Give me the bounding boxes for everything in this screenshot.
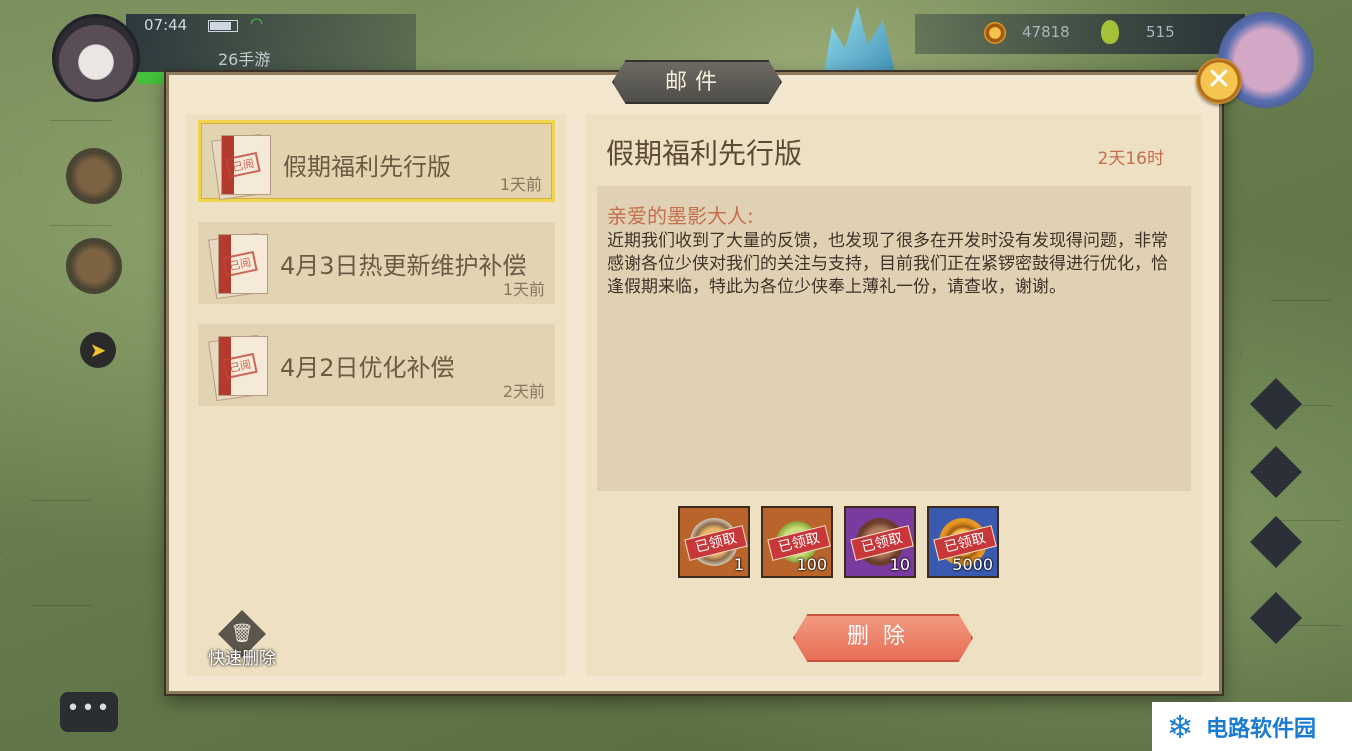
reward-quantity: 100	[796, 555, 827, 574]
mail-detail-panel: 假期福利先行版 2天16时 亲爱的墨影大人: 近期我们收到了大量的反馈，也发现了…	[586, 114, 1202, 676]
reward-item[interactable]: 已领取 100	[761, 506, 833, 578]
quick-delete-button[interactable]: 🗑 快速删除	[208, 610, 282, 670]
wifi-icon: ◠	[250, 14, 264, 32]
snowflake-logo-icon: ❄	[1166, 707, 1194, 746]
mail-scroll-icon: 已阅	[211, 131, 271, 201]
resource-bar	[915, 14, 1245, 54]
mail-subject: 4月2日优化补偿	[280, 354, 455, 382]
battery-icon	[208, 20, 238, 32]
coin-count: 47818	[1022, 23, 1070, 41]
mail-subject: 4月3日热更新维护补偿	[280, 252, 527, 280]
mail-body-box: 亲爱的墨影大人: 近期我们收到了大量的反馈，也发现了很多在开发时没有发现得问题，…	[597, 186, 1191, 491]
expand-arrow-icon[interactable]: ➤	[80, 332, 116, 368]
reward-quantity: 10	[889, 555, 910, 574]
mail-scroll-icon: 已阅	[208, 332, 268, 402]
watermark: ❄ 电路软件园	[1152, 702, 1352, 751]
chat-button[interactable]: •••	[60, 692, 118, 732]
mail-body-text: 近期我们收到了大量的反馈，也发现了很多在开发时没有发现得问题，非常感谢各位少侠对…	[607, 231, 1168, 297]
mail-list-item[interactable]: 已阅 4月3日热更新维护补偿 1天前	[198, 222, 555, 304]
mail-list-item[interactable]: 已阅 4月2日优化补偿 2天前	[198, 324, 555, 406]
mail-scroll-icon: 已阅	[208, 230, 268, 300]
reward-item[interactable]: 已领取 10	[844, 506, 916, 578]
jade-icon	[1101, 20, 1119, 44]
player-name: 26手游	[218, 50, 271, 69]
reward-quantity: 1	[733, 555, 744, 574]
coin-icon	[984, 22, 1006, 44]
mail-expire-time: 2天16时	[1097, 149, 1164, 169]
clock-time: 07:44	[144, 16, 188, 34]
side-building-icon[interactable]	[66, 238, 122, 294]
watermark-text: 电路软件园	[1206, 716, 1317, 742]
delete-button[interactable]: 删除	[793, 614, 973, 662]
crystal-decoration	[823, 6, 896, 76]
map-hex-tile	[1240, 300, 1352, 406]
mail-list-item[interactable]: 已阅 假期福利先行版 1天前	[198, 120, 555, 202]
side-building-icon[interactable]	[66, 148, 122, 204]
mail-list-panel: 已阅 假期福利先行版 1天前 已阅 4月3日热更新维护补偿 1天前 已阅 4月2…	[186, 114, 566, 676]
player-avatar[interactable]	[52, 14, 140, 102]
map-hex-tile	[0, 500, 122, 606]
mail-time: 1天前	[499, 175, 542, 194]
reward-quantity: 5000	[952, 555, 993, 574]
mail-time: 1天前	[502, 280, 545, 299]
reward-item[interactable]: 已领取 5000	[927, 506, 999, 578]
close-icon[interactable]: ✕	[1196, 58, 1242, 104]
mail-subject: 假期福利先行版	[283, 153, 451, 181]
reward-item[interactable]: 已领取 1	[678, 506, 750, 578]
mail-detail-title: 假期福利先行版	[606, 137, 803, 170]
mail-greeting: 亲爱的墨影大人:	[607, 204, 754, 228]
mail-time: 2天前	[502, 382, 545, 401]
quick-delete-label: 快速删除	[208, 649, 276, 669]
dialog-title: 邮件	[664, 70, 725, 95]
jade-count: 515	[1146, 23, 1175, 41]
